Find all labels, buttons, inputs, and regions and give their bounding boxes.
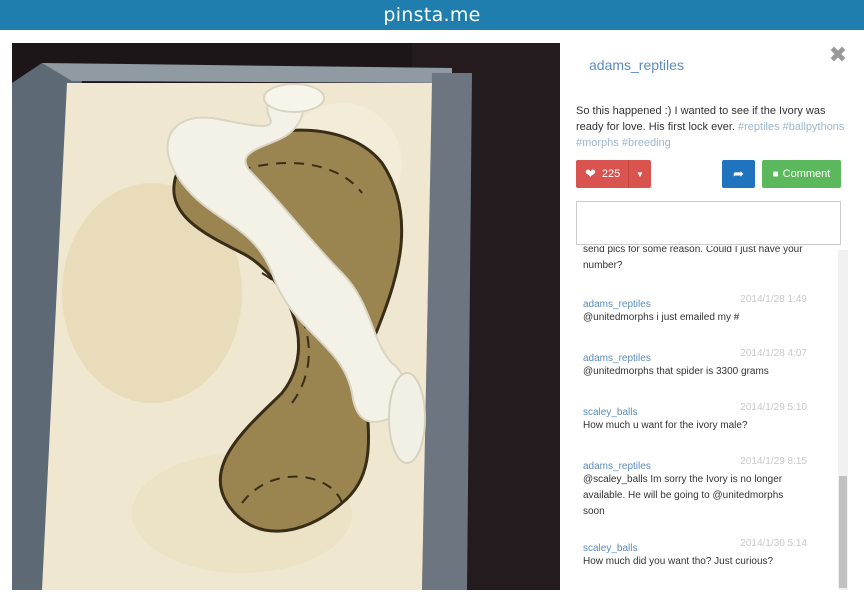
share-icon: ➦ [733,166,744,181]
snake-photo [12,43,560,590]
comment-item: scaley_balls 2014/1/29 5:10 How much u w… [583,402,807,434]
comment-time: 2014/1/29 5:10 [740,402,807,413]
brand-logo[interactable]: pinsta.me [383,4,480,26]
caret-down-icon[interactable]: ▼ [628,160,651,188]
comment-author[interactable]: adams_reptiles [583,299,651,310]
hashtag[interactable]: #breeding [622,137,671,149]
comment-time: 2014/1/29 8:15 [740,456,807,467]
comment-time: 2014/1/28 1:49 [740,294,807,305]
comment-text: @unitedmorphs that spider is 3300 grams [583,366,769,377]
comment-time: 2014/1/28 4:07 [740,348,807,359]
like-button[interactable]: ❤ 225 ▼ [576,160,651,188]
comment-item: scaley_balls 2014/1/30 5:14 How much did… [583,538,807,570]
top-bar: pinsta.me [0,0,864,30]
hashtag[interactable]: #ballpythons [783,121,845,133]
comment-text: How much did you want tho? Just curious? [583,556,774,567]
hashtag[interactable]: #morphs [576,137,619,149]
comment-author[interactable]: scaley_balls [583,407,637,418]
comment-author[interactable]: scaley_balls [583,543,637,554]
comment-author[interactable]: adams_reptiles [583,461,651,472]
comment-item: adams_reptiles 2014/1/28 1:49 @unitedmor… [583,294,807,326]
heart-icon: ❤ [585,166,596,181]
comment-text: @scaley_balls Im sorry the Ivory is no l… [583,474,784,517]
comment-text: How much u want for the ivory male? [583,420,748,431]
comment-text-partial: send pics for some reason. Could I just … [583,246,803,271]
pin-photo[interactable] [12,43,560,590]
comment-button-label: Comment [782,168,831,180]
comment-icon: ■ [772,168,779,180]
comments-list: send pics for some reason. Could I just … [576,246,838,586]
share-button[interactable]: ➦ [722,160,755,188]
comment-input[interactable] [576,201,841,245]
comment-text: @unitedmorphs i just emailed my # [583,312,740,323]
comment-time: 2014/1/30 5:14 [740,538,807,549]
scrollbar-thumb[interactable] [839,476,847,588]
pin-username[interactable]: adams_reptiles [589,57,684,73]
pin-caption: So this happened :) I wanted to see if t… [576,103,848,151]
comment-button[interactable]: ■ Comment [762,160,841,188]
comment-author[interactable]: adams_reptiles [583,353,651,364]
hashtag[interactable]: #reptiles [738,121,780,133]
like-count: 225 [601,168,621,180]
comments-scrollbar[interactable] [838,250,848,590]
pin-modal: ✖ adams_reptiles So this happened :) I w… [0,30,864,604]
comment-item: adams_reptiles 2014/1/29 8:15 @scaley_ba… [583,456,807,520]
close-icon[interactable]: ✖ [828,44,848,66]
comment-item: adams_reptiles 2014/1/28 4:07 @unitedmor… [583,348,807,380]
